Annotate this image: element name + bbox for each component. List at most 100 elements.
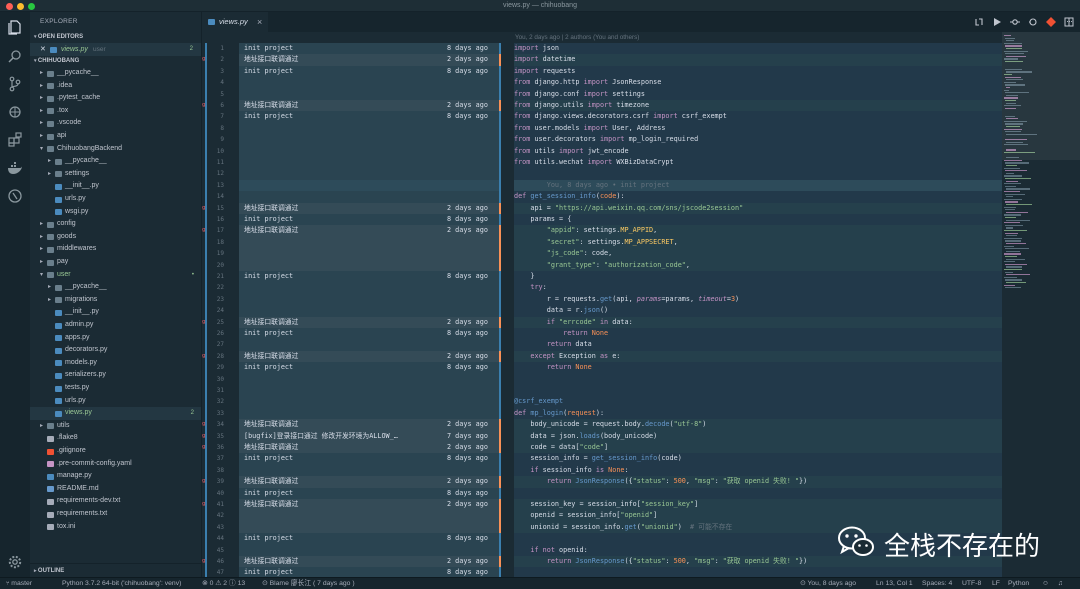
tree-item[interactable]: ▸ config	[30, 218, 201, 231]
minimap-viewport[interactable]	[1002, 32, 1080, 160]
blame-annotation[interactable]	[239, 544, 501, 556]
open-changes-icon[interactable]	[1010, 17, 1020, 27]
minimap[interactable]	[1002, 32, 1080, 577]
code-content[interactable]	[514, 487, 1002, 499]
blame-annotation[interactable]	[239, 282, 501, 294]
blame-annotation[interactable]: init project 8 days ago	[239, 65, 501, 78]
code-content[interactable]: session_info = get_session_info(code)	[514, 453, 1002, 465]
blame-annotation[interactable]	[239, 179, 501, 192]
code-line[interactable]: 地址接口联调通过 2 days ago g 6 from django.utils im…	[202, 100, 1002, 112]
code-content[interactable]: data = json.loads(body_unicode)	[514, 430, 1002, 442]
tree-item[interactable]: urls.py	[30, 395, 201, 408]
code-line[interactable]: 38 if session_info is None:	[202, 464, 1002, 477]
source-control-icon[interactable]	[7, 76, 23, 92]
open-editor-item[interactable]: ✕ views.py user 2	[30, 43, 201, 56]
blame-annotation[interactable]	[239, 77, 501, 89]
code-content[interactable]: "secret": settings.MP_APPSECRET,	[514, 236, 1002, 249]
blame-annotation[interactable]	[239, 236, 501, 249]
code-line[interactable]: init project 8 days ago 21 }	[202, 271, 1002, 283]
code-line[interactable]: 8 from user.models import User, Address	[202, 122, 1002, 135]
tree-item[interactable]: views.py 2	[30, 407, 201, 420]
blame-annotation[interactable]: 地址接口联调通过 2 days ago	[239, 476, 501, 488]
code-line[interactable]: 地址接口联调通过 2 days ago g 25 if "errcode" in da…	[202, 316, 1002, 328]
open-editors-section[interactable]: ▾ OPEN EDITORS	[30, 32, 201, 43]
tree-item[interactable]: ▸ pay	[30, 256, 201, 269]
blame-annotation[interactable]	[239, 191, 501, 203]
code-content[interactable]: code = data["code"]	[514, 442, 1002, 454]
code-content[interactable]: from django.conf import settings	[514, 88, 1002, 100]
code-line[interactable]: 12	[202, 168, 1002, 180]
blame-annotation[interactable]	[239, 385, 501, 397]
tree-item[interactable]: requirements-dev.txt	[30, 495, 201, 508]
extensions-icon[interactable]	[7, 132, 23, 148]
codelens-authors[interactable]: You, 2 days ago | 2 authors (You and oth…	[515, 32, 639, 43]
blame-annotation[interactable]: 地址接口联调通过 2 days ago	[239, 54, 501, 66]
tab-views-py[interactable]: views.py ×	[202, 12, 268, 32]
cursor-position-status[interactable]: Ln 13, Col 1	[876, 578, 913, 589]
code-line[interactable]: init project 8 days ago 29 return None	[202, 362, 1002, 374]
code-line[interactable]: 27 return data	[202, 339, 1002, 351]
code-line[interactable]: 10 from utils import jwt_encode	[202, 145, 1002, 157]
code-content[interactable]: "grant_type": "authorization_code",	[514, 259, 1002, 271]
code-content[interactable]: from utils.wechat import WXBizDataCrypt	[514, 157, 1002, 169]
code-content[interactable]: try:	[514, 282, 1002, 294]
close-editor-icon[interactable]: ✕	[40, 43, 46, 56]
outline-section[interactable]: ▸ OUTLINE	[30, 563, 201, 577]
tree-item[interactable]: README.md	[30, 483, 201, 496]
code-line[interactable]: 22 try:	[202, 282, 1002, 294]
tree-item[interactable]: __init__.py	[30, 306, 201, 319]
tree-item[interactable]: decorators.py	[30, 344, 201, 357]
code-line[interactable]: init project 8 days ago 3 import requests	[202, 65, 1002, 78]
code-content[interactable]: r = requests.get(api, params=params, tim…	[514, 293, 1002, 306]
code-content[interactable]: @csrf_exempt	[514, 396, 1002, 408]
blame-annotation[interactable]	[239, 157, 501, 169]
code-line[interactable]: 地址接口联调通过 2 days ago g 17 "appid": settings.…	[202, 225, 1002, 237]
blame-annotation[interactable]: init project 8 days ago	[239, 487, 501, 499]
blame-annotation[interactable]: 地址接口联调通过 2 days ago	[239, 100, 501, 112]
code-content[interactable]: data = r.json()	[514, 305, 1002, 317]
smiley-feedback-icon[interactable]: ☺	[1042, 578, 1049, 589]
python-interpreter-status[interactable]: Python 3.7.2 64-bit ('chihuobang': venv)	[62, 578, 181, 589]
blame-annotation[interactable]	[239, 373, 501, 385]
blame-annotation[interactable]	[239, 339, 501, 351]
code-content[interactable]: from django.utils import timezone	[514, 100, 1002, 112]
code-line[interactable]: 19 "js_code": code,	[202, 248, 1002, 260]
tree-item[interactable]: requirements.txt	[30, 508, 201, 521]
code-line[interactable]: 4 from django.http import JsonResponse	[202, 77, 1002, 89]
search-icon[interactable]	[7, 48, 23, 64]
more-actions-icon[interactable]: ···	[1066, 16, 1073, 26]
code-content[interactable]: body_unicode = request.body.decode("utf-…	[514, 419, 1002, 431]
code-line[interactable]: 11 from utils.wechat import WXBizDataCryp…	[202, 157, 1002, 169]
blame-annotation[interactable]	[239, 145, 501, 157]
explorer-icon[interactable]	[7, 19, 23, 35]
code-line[interactable]: 32 @csrf_exempt	[202, 396, 1002, 408]
previous-revision-icon[interactable]	[1028, 17, 1038, 27]
code-line[interactable]: 24 data = r.json()	[202, 305, 1002, 317]
code-line[interactable]: 地址接口联调通过 2 days ago g 39 return JsonRespons…	[202, 476, 1002, 488]
blame-annotation[interactable]	[239, 510, 501, 522]
code-content[interactable]: }	[514, 271, 1002, 283]
code-content[interactable]: from user.decorators import mp_login_req…	[514, 134, 1002, 146]
tree-item[interactable]: ▸ api	[30, 130, 201, 143]
code-line[interactable]: 23 r = requests.get(api, params=params, …	[202, 293, 1002, 306]
code-line[interactable]: 33 def mp_login(request):	[202, 407, 1002, 420]
docker-icon[interactable]	[7, 160, 23, 176]
code-content[interactable]: session_key = session_info["session_key"…	[514, 499, 1002, 511]
blame-annotation[interactable]: init project 8 days ago	[239, 43, 501, 55]
blame-annotation[interactable]: 地址接口联调通过 2 days ago	[239, 316, 501, 328]
code-content[interactable]: return data	[514, 339, 1002, 351]
tree-item[interactable]: ▸ goods	[30, 231, 201, 244]
blame-annotation[interactable]: init project 8 days ago	[239, 111, 501, 123]
tree-item[interactable]: manage.py	[30, 470, 201, 483]
blame-annotation[interactable]	[239, 407, 501, 420]
code-content[interactable]	[514, 567, 1002, 577]
code-content[interactable]: import datetime	[514, 54, 1002, 66]
blame-annotation[interactable]: init project 8 days ago	[239, 328, 501, 340]
run-file-icon[interactable]	[992, 17, 1002, 27]
settings-gear-icon[interactable]	[7, 554, 23, 570]
tree-item[interactable]: ▸ .vscode	[30, 117, 201, 130]
blame-annotation[interactable]	[239, 464, 501, 477]
tree-item[interactable]: .flake8	[30, 432, 201, 445]
tree-item[interactable]: models.py	[30, 357, 201, 370]
code-line[interactable]: 地址接口联调通过 2 days ago g 36 code = data["code"…	[202, 442, 1002, 454]
